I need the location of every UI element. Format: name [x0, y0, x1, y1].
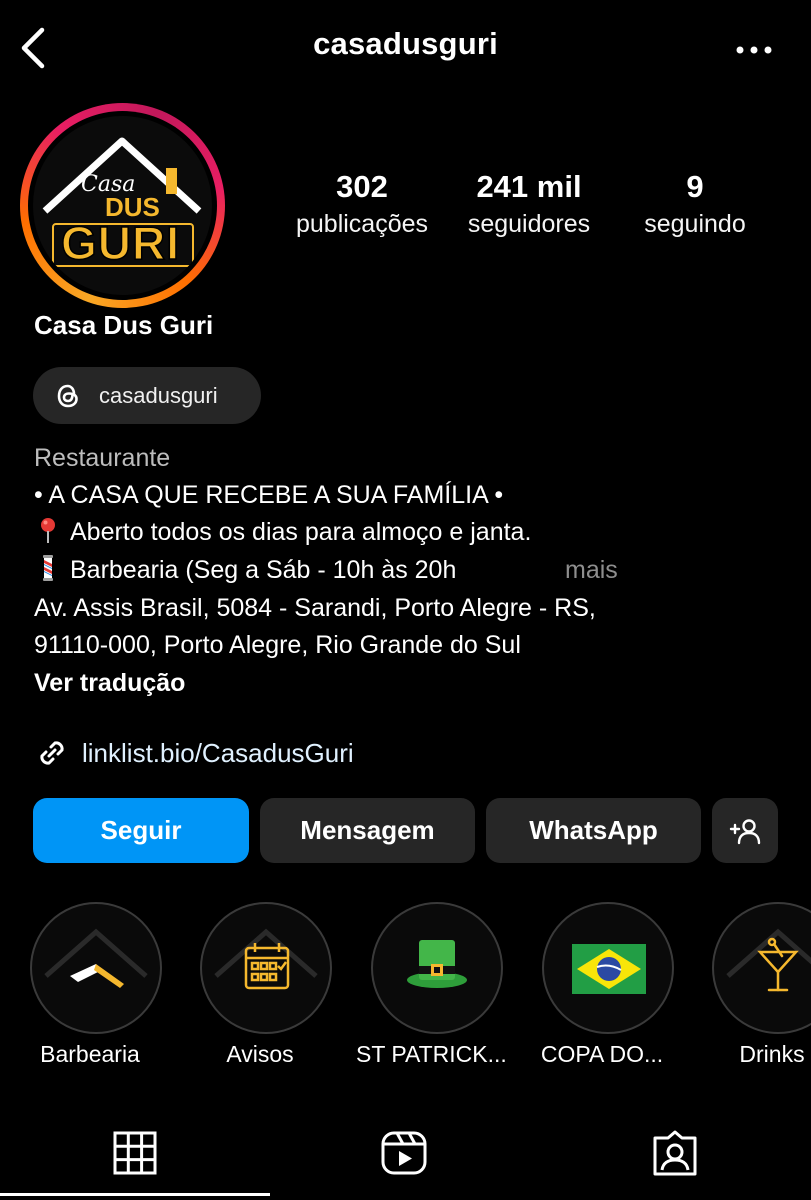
suggested-users-button[interactable] [712, 798, 778, 863]
bio-category: Restaurante [34, 444, 171, 472]
bio-line: Barbearia (Seg a Sáb - 10h às 20h [34, 552, 456, 590]
following-value: 9 [686, 169, 704, 204]
bio-link[interactable]: linklist.bio/CasadusGuri [34, 733, 354, 773]
link-icon [40, 741, 64, 765]
leprechaun-hat-icon [407, 940, 467, 988]
following-label: seguindo [644, 210, 746, 238]
reels-icon[interactable] [379, 1128, 429, 1178]
bio-line-text: Aberto todos os dias para almoço e janta… [70, 518, 532, 546]
highlight-cover [712, 902, 811, 1034]
highlight-cover [200, 902, 332, 1034]
bio-line: • A CASA QUE RECEBE A SUA FAMÍLIA • [34, 481, 504, 509]
posts-value: 302 [336, 169, 388, 204]
calendar-icon [214, 928, 318, 990]
razor-icon [44, 928, 148, 988]
followers-label: seguidores [467, 210, 591, 238]
avatar[interactable]: Casa DUS GURI [33, 116, 212, 295]
highlight-cover [542, 902, 674, 1034]
posts-label: publicações [295, 210, 429, 238]
threads-icon [57, 384, 78, 407]
highlight-label: Barbearia [40, 1041, 140, 1067]
bio-address[interactable]: 91110-000, Porto Alegre, Rio Grande do S… [34, 627, 521, 665]
threads-badge[interactable]: casadusguri [33, 367, 261, 424]
threads-handle: casadusguri [99, 382, 218, 408]
follow-button[interactable]: Seguir [33, 798, 249, 863]
highlight-label: Avisos [226, 1041, 294, 1067]
brazil-flag-icon [572, 944, 646, 994]
cocktail-icon [726, 928, 811, 992]
tagged-icon[interactable] [650, 1128, 700, 1178]
active-tab-indicator [0, 1193, 270, 1196]
bio-line-text: Barbearia (Seg a Sáb - 10h às 20h [70, 556, 457, 584]
pushpin-icon [41, 518, 55, 543]
followers-count[interactable]: 241 mil seguidores [450, 168, 608, 242]
highlight-label: Drinks [739, 1041, 805, 1067]
see-translation-link[interactable]: Ver tradução [34, 665, 185, 703]
more-options-icon[interactable] [734, 38, 774, 62]
following-count[interactable]: 9 seguindo [626, 168, 764, 242]
profile-username-title: casadusguri [313, 26, 498, 61]
bio-address[interactable]: Av. Assis Brasil, 5084 - Sarandi, Porto … [34, 590, 596, 628]
logo-text-guri: GURI [60, 216, 180, 270]
highlight-label: ST PATRICK... [356, 1041, 507, 1067]
highlight-cover [371, 902, 503, 1034]
grid-icon[interactable] [110, 1128, 160, 1178]
message-button[interactable]: Mensagem [260, 798, 475, 863]
add-person-icon [729, 818, 761, 844]
whatsapp-button[interactable]: WhatsApp [486, 798, 701, 863]
bio-link-text: linklist.bio/CasadusGuri [82, 737, 354, 768]
highlight-cover [30, 902, 162, 1034]
highlight-label: COPA DO... [540, 1041, 664, 1067]
followers-value: 241 mil [476, 169, 582, 204]
display-name: Casa Dus Guri [34, 310, 214, 340]
barber-pole-icon [43, 555, 53, 581]
bio-line: Aberto todos os dias para almoço e janta… [34, 514, 531, 552]
posts-count[interactable]: 302 publicações [282, 168, 442, 242]
bio-more-link[interactable]: mais [565, 552, 618, 590]
